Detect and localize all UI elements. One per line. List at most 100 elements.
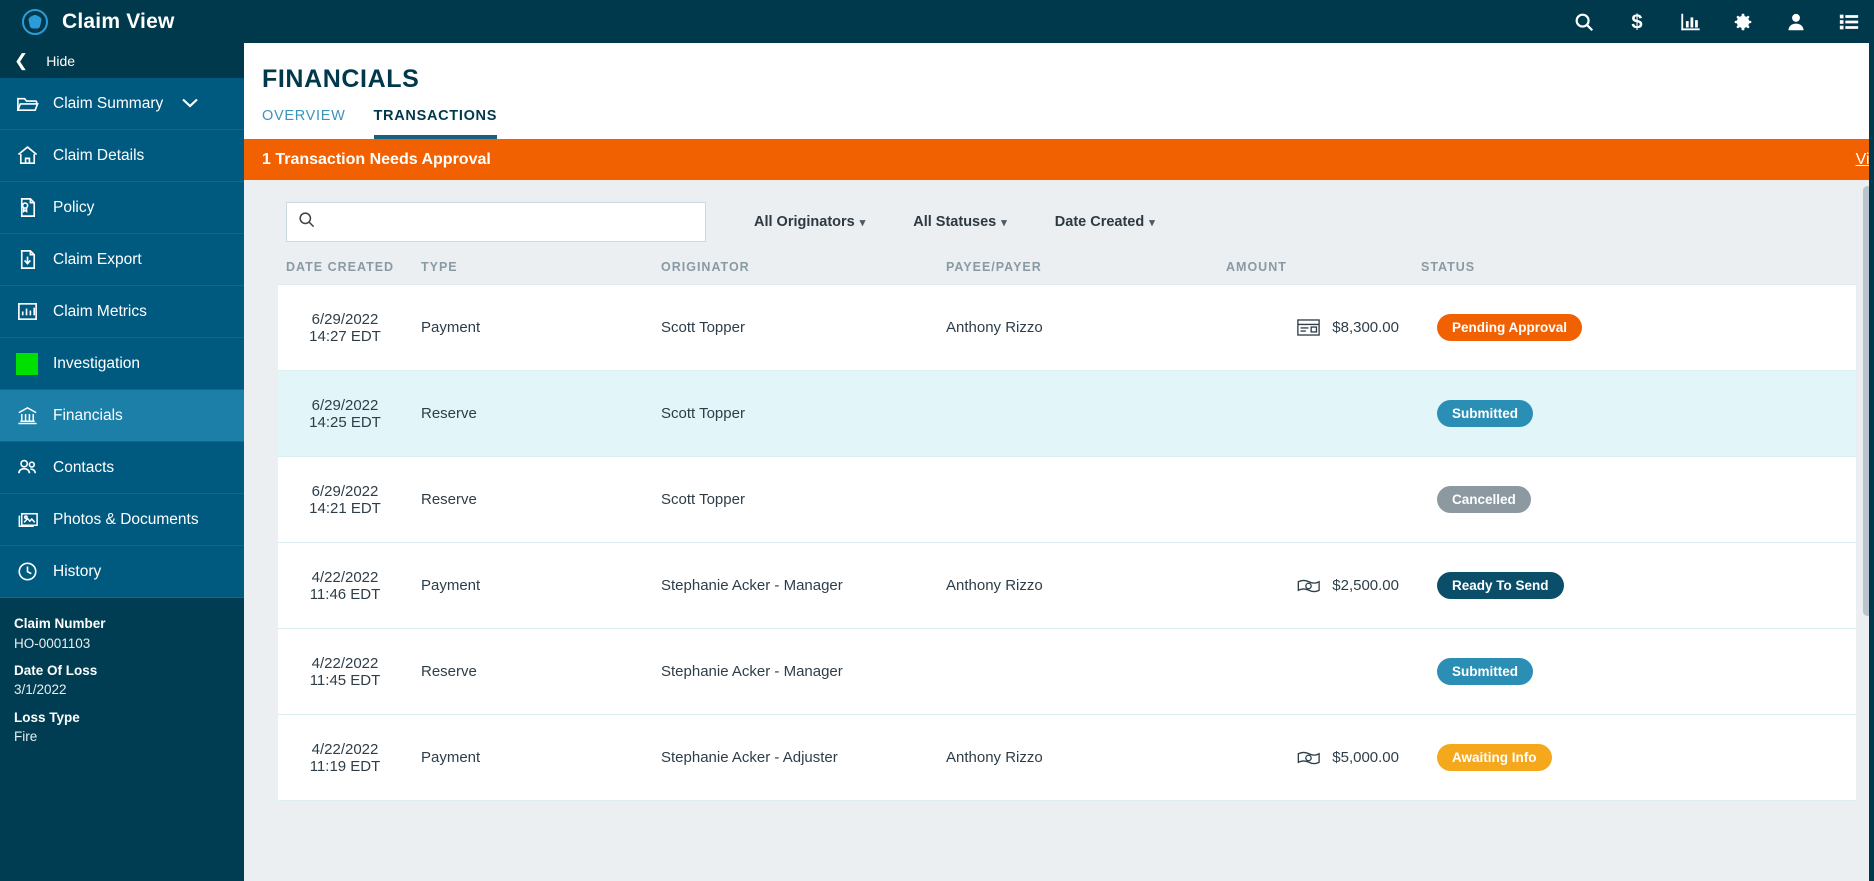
column-header-type[interactable]: TYPE [421,260,661,274]
table-row[interactable]: 6/29/2022 14:27 EDT Payment Scott Topper Ant… [278,285,1856,371]
sidebar-item-history[interactable]: History [0,546,244,598]
column-header-amount[interactable]: AMOUNT [1226,260,1421,274]
sidebar-item-claim-details[interactable]: Claim Details [0,130,244,182]
svg-text:$: $ [1631,11,1642,33]
cell-date-created: 4/22/2022 11:45 EDT [286,655,421,689]
sidebar-item-claim-export[interactable]: Claim Export [0,234,244,286]
column-header-status[interactable]: STATUS [1421,260,1621,274]
table-header: DATE CREATED TYPE ORIGINATOR PAYEE/PAYER… [244,260,1874,284]
policy-doc-icon [16,196,42,219]
cell-originator: Stephanie Acker - Adjuster [661,749,838,766]
status-badge[interactable]: Ready To Send [1437,572,1564,599]
sidebar-item-claim-summary[interactable]: Claim Summary [0,78,244,130]
cell-originator: Stephanie Acker - Manager [661,663,843,680]
row-time: 14:21 EDT [309,499,381,517]
filter-label: All Originators [754,214,855,230]
table-row[interactable]: 4/22/2022 11:46 EDT Payment Stephanie Acker… [278,543,1856,629]
person-icon[interactable] [1781,7,1811,37]
dollar-icon[interactable]: $ [1622,7,1652,37]
sidebar-item-label: Claim Metrics [53,302,147,320]
sidebar-item-policy[interactable]: Policy [0,182,244,234]
status-badge[interactable]: Awaiting Info [1437,744,1552,771]
status-badge[interactable]: Pending Approval [1437,314,1583,341]
cell-status: Cancelled [1421,486,1621,513]
loss-type-value: Fire [14,729,38,745]
claim-number-label: Claim Number [14,616,106,631]
photos-icon [16,508,42,531]
chevron-down-icon[interactable] [182,96,198,111]
cell-type: Payment [421,577,481,594]
sidebar-item-label: Photos & Documents [53,510,199,528]
sidebar-item-label: Claim Details [53,146,145,164]
sidebar-item-photos-documents[interactable]: Photos & Documents [0,494,244,546]
filter-label: Date Created [1054,214,1145,230]
cell-date-created: 6/29/2022 14:27 EDT [286,311,421,345]
date-of-loss-label: Date Of Loss [14,662,98,678]
search-input[interactable] [324,203,695,241]
sidebar-item-label: Investigation [53,354,141,372]
row-date: 4/22/2022 [311,654,379,672]
row-date: 6/29/2022 [311,482,379,500]
cell-amount: $8,300.00 [1226,319,1421,336]
main-content: FINANCIALS OVERVIEW TRANSACTIONS 1 Trans… [244,43,1874,881]
sidebar-item-contacts[interactable]: Contacts [0,442,244,494]
chevron-down-icon: ▾ [1149,217,1155,229]
gear-icon[interactable] [1728,7,1758,37]
home-icon [16,144,42,167]
sidebar-item-investigation[interactable]: Investigation [0,338,244,390]
bar-chart-icon[interactable] [1675,7,1705,37]
status-badge[interactable]: Submitted [1437,658,1533,685]
cell-status: Submitted [1421,400,1621,427]
row-time: 11:19 EDT [309,757,381,775]
sidebar-hide-button[interactable]: ❮ Hide [0,43,244,78]
row-date: 4/22/2022 [311,568,379,586]
folder-icon [16,92,42,115]
approval-alert-banner: 1 Transaction Needs Approval View [244,139,1874,180]
sidebar-item-label: History [53,562,102,580]
date-of-loss-value: 3/1/2022 [14,682,67,698]
sidebar-item-claim-metrics[interactable]: Claim Metrics [0,286,244,338]
sidebar-item-financials[interactable]: Financials [0,390,244,442]
search-box[interactable] [286,202,706,242]
amount-value: $8,300.00 [1332,319,1399,336]
status-badge[interactable]: Submitted [1437,400,1533,427]
cell-date-created: 4/22/2022 11:19 EDT [286,741,421,775]
column-header-date-created[interactable]: DATE CREATED [286,260,421,274]
row-date: 6/29/2022 [311,310,379,328]
filter-all-originators[interactable]: All Originators ▾ [754,214,865,230]
column-header-payee-payer[interactable]: PAYEE/PAYER [946,260,1226,274]
sidebar-item-label: Policy [53,198,95,216]
tab-bar: OVERVIEW TRANSACTIONS [244,94,1874,139]
column-header-originator[interactable]: ORIGINATOR [661,260,946,274]
cash-icon [1297,578,1321,594]
table-row[interactable]: 6/29/2022 14:21 EDT Reserve Scott Topper Can… [278,457,1856,543]
filter-label: All Statuses [913,214,997,230]
aperture-icon[interactable] [22,8,48,35]
cell-amount: $2,500.00 [1226,577,1421,594]
sidebar-item-label: Claim Summary [53,94,164,112]
alert-message: 1 Transaction Needs Approval [262,150,491,168]
table-row[interactable]: 6/29/2022 14:25 EDT Reserve Scott Topper Sub… [278,371,1856,457]
row-time: 14:27 EDT [309,327,381,345]
page-title: FINANCIALS [262,65,420,93]
people-icon [16,456,42,479]
tab-transactions[interactable]: TRANSACTIONS [373,108,498,139]
header-icon-group: $ [1569,7,1874,37]
cell-status: Submitted [1421,658,1621,685]
body-split: ❮ Hide Claim Summary Claim Details Polic… [0,43,1874,881]
row-date: 4/22/2022 [311,740,379,758]
status-badge[interactable]: Cancelled [1437,486,1531,513]
table-row[interactable]: 4/22/2022 11:19 EDT Payment Stephanie Acker… [278,715,1856,801]
green-square-icon [16,352,42,375]
search-icon[interactable] [1569,7,1599,37]
filter-all-statuses[interactable]: All Statuses ▾ [913,214,1007,230]
sidebar-hide-label: Hide [46,52,76,69]
list-menu-icon[interactable] [1834,7,1864,37]
clock-icon [16,560,42,583]
cell-payee-payer: Anthony Rizzo [946,749,1043,766]
amount-value: $5,000.00 [1332,749,1399,766]
tab-overview[interactable]: OVERVIEW [262,108,346,139]
filter-date-created[interactable]: Date Created ▾ [1055,214,1155,230]
table-row[interactable]: 4/22/2022 11:45 EDT Reserve Stephanie Acker… [278,629,1856,715]
cell-status: Ready To Send [1421,572,1621,599]
